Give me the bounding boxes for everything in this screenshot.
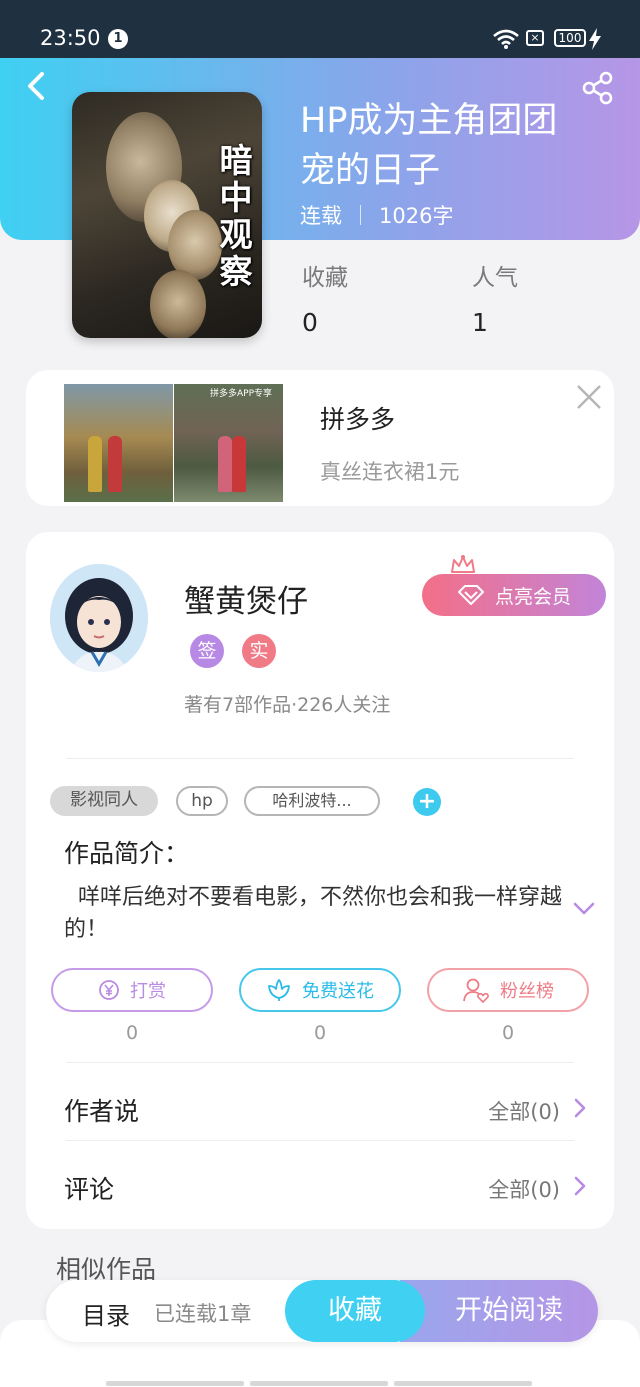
- reward-label: 打赏: [130, 981, 166, 1002]
- book-title: HP成为主角团团宠的日子: [300, 101, 558, 191]
- intro-text-content: 咩咩后绝对不要看电影，不然你也会和我一样穿越的！: [64, 885, 563, 942]
- comments-title: 评论: [64, 1175, 115, 1204]
- favorites-label: 收藏: [302, 265, 348, 291]
- favorite-button[interactable]: 收藏: [285, 1280, 425, 1342]
- home-indicator: [394, 1381, 532, 1386]
- author-says-row[interactable]: 作者说 全部(0): [64, 1084, 590, 1134]
- reward-count: 0: [125, 1022, 139, 1044]
- ad-title: 拼多多: [320, 405, 396, 434]
- book-cover[interactable]: 暗中观察: [72, 92, 262, 338]
- sim-x-icon: ×: [526, 30, 544, 46]
- intro-text: 咩咩后绝对不要看电影，不然你也会和我一样穿越的！: [64, 882, 564, 946]
- signed-badge: 签: [190, 634, 224, 668]
- table-of-contents-button[interactable]: 目录: [82, 1296, 130, 1331]
- intro-title: 作品简介：: [64, 839, 190, 868]
- status-bar: 23:50 1 × 100: [0, 0, 640, 58]
- crown-icon: [451, 555, 475, 573]
- verified-badge: 实: [242, 634, 276, 668]
- notification-count-badge: 1: [108, 29, 128, 49]
- diamond-icon: [457, 585, 484, 605]
- cover-figure: [150, 270, 206, 338]
- cover-caption: 暗中观察: [219, 141, 253, 291]
- flower-icon: [268, 979, 290, 1001]
- favorites-value: 0: [302, 308, 318, 337]
- free-flower-button[interactable]: 免费送花: [239, 968, 401, 1012]
- vip-button[interactable]: 点亮会员: [422, 574, 606, 616]
- popularity-value: 1: [472, 308, 488, 337]
- home-indicator: [106, 1381, 244, 1386]
- status-time: 23:50: [40, 26, 101, 50]
- yuan-coin-icon: [99, 980, 119, 1000]
- chevron-right-icon: [574, 1176, 586, 1196]
- ad-subtitle: 真丝连衣裙1元: [320, 460, 460, 484]
- favorites-stat: 收藏 0: [302, 258, 348, 337]
- ad-card[interactable]: 拼多多APP专享 拼多多 真丝连衣裙1元: [26, 370, 614, 506]
- share-icon[interactable]: [580, 70, 616, 106]
- divider: [66, 758, 574, 759]
- free-flower-label: 免费送花: [302, 981, 374, 1002]
- meta-divider: [360, 205, 361, 225]
- fans-ranking-label: 粉丝榜: [500, 981, 554, 1002]
- battery-icon: 100: [554, 29, 586, 47]
- flower-count: 0: [313, 1022, 327, 1044]
- vip-button-label: 点亮会员: [494, 585, 571, 608]
- charging-icon: [589, 28, 601, 50]
- ad-image: 拼多多APP专享: [174, 384, 283, 502]
- start-reading-label: 开始阅读: [455, 1295, 563, 1326]
- popularity-label: 人气: [472, 265, 518, 291]
- book-meta: 连载 1026字: [300, 200, 453, 230]
- tag-hp[interactable]: hp: [176, 786, 228, 816]
- author-name[interactable]: 蟹黄煲仔: [184, 576, 308, 621]
- close-icon[interactable]: [574, 382, 604, 412]
- ad-image-tag: 拼多多APP专享: [210, 389, 273, 399]
- serial-status: 连载: [300, 204, 342, 228]
- back-arrow-icon[interactable]: [22, 68, 52, 104]
- user-heart-icon: [463, 978, 489, 1003]
- comments-more: 全部(0): [488, 1178, 560, 1202]
- avatar-illustration: [50, 564, 148, 672]
- comments-row[interactable]: 评论 全部(0): [64, 1162, 590, 1212]
- category-tag[interactable]: 影视同人: [50, 786, 158, 816]
- author-avatar[interactable]: [50, 564, 148, 672]
- word-count: 1026字: [379, 204, 454, 228]
- divider: [66, 1062, 574, 1063]
- fans-count: 0: [501, 1022, 515, 1044]
- start-reading-button[interactable]: 开始阅读: [400, 1280, 598, 1342]
- ad-image-person: [218, 436, 232, 492]
- author-stats: 著有7部作品·226人关注: [184, 694, 391, 716]
- fans-ranking-button[interactable]: 粉丝榜: [427, 968, 589, 1012]
- author-says-title: 作者说: [64, 1097, 140, 1126]
- divider: [66, 1140, 574, 1141]
- add-tag-button[interactable]: +: [413, 788, 441, 816]
- chevron-down-icon[interactable]: [570, 896, 598, 920]
- ad-image: [64, 384, 173, 502]
- chevron-right-icon: [574, 1098, 586, 1118]
- tag-harry-potter[interactable]: 哈利波特...: [244, 786, 380, 816]
- author-says-more: 全部(0): [488, 1100, 560, 1124]
- popularity-stat: 人气 1: [472, 258, 518, 337]
- book-detail-card: 蟹黄煲仔 签 实 著有7部作品·226人关注 点亮会员 影视同人 hp 哈利波特…: [26, 532, 614, 1229]
- wifi-icon: [493, 29, 519, 49]
- reward-button[interactable]: 打赏: [51, 968, 213, 1012]
- ad-image-person: [88, 436, 102, 492]
- ad-image-person: [108, 436, 122, 492]
- home-indicator: [250, 1381, 388, 1386]
- ad-image-person: [232, 436, 246, 492]
- chapter-count: 已连载1章: [154, 1302, 252, 1326]
